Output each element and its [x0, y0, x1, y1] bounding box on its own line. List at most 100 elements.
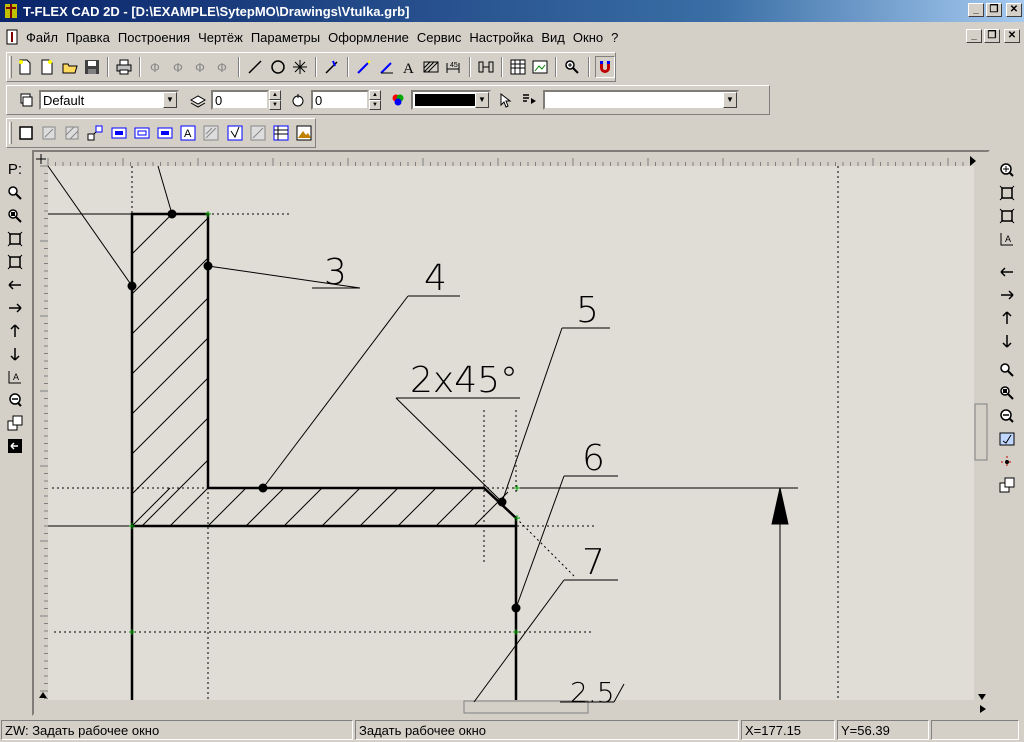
- chevron-down-icon[interactable]: ▼: [475, 92, 489, 108]
- menu-file[interactable]: Файл: [22, 30, 62, 45]
- pan-down-icon[interactable]: [4, 342, 26, 365]
- menu-help[interactable]: ?: [607, 30, 622, 45]
- menu-construct[interactable]: Построения: [114, 30, 194, 45]
- dimension-icon[interactable]: 45: [443, 56, 463, 78]
- variables-icon[interactable]: [476, 56, 496, 78]
- level-field[interactable]: 0 ▲ ▼: [311, 90, 381, 110]
- color-select[interactable]: ▼: [411, 90, 491, 110]
- layers-icon[interactable]: [15, 89, 37, 111]
- fragment-icon[interactable]: Ф: [146, 56, 166, 78]
- zoom-out-icon[interactable]: [996, 404, 1018, 427]
- restore-button[interactable]: ❐: [986, 3, 1002, 17]
- vertical-scroll-thumb[interactable]: [974, 403, 988, 461]
- zoom-page-icon[interactable]: [4, 250, 26, 273]
- sketch-icon[interactable]: [354, 56, 374, 78]
- print-icon[interactable]: [114, 56, 134, 78]
- hatch-icon[interactable]: [421, 56, 441, 78]
- style-select[interactable]: Default ▼: [39, 90, 179, 110]
- copy-view-icon[interactable]: [996, 473, 1018, 496]
- edit-table-icon[interactable]: [271, 122, 292, 144]
- menu-view[interactable]: Вид: [537, 30, 569, 45]
- save-icon[interactable]: [82, 56, 102, 78]
- text-size-icon[interactable]: A: [4, 365, 26, 388]
- menu-drawing[interactable]: Чертёж: [194, 30, 247, 45]
- menu-window[interactable]: Окно: [569, 30, 607, 45]
- doc-restore-button[interactable]: ❐: [984, 29, 1000, 43]
- edit-hatch-icon[interactable]: [61, 122, 82, 144]
- drawing-canvas[interactable]: 3 4 5 6 7 2x45° 2.5: [34, 152, 988, 714]
- right-toolbar: A: [994, 158, 1020, 496]
- window-icon[interactable]: [15, 122, 36, 144]
- edit-block-icon[interactable]: [154, 122, 175, 144]
- zoom-icon[interactable]: [996, 358, 1018, 381]
- text-icon[interactable]: A: [399, 56, 419, 78]
- node-icon[interactable]: [290, 56, 310, 78]
- extra-select[interactable]: ▼: [543, 90, 739, 110]
- menu-design[interactable]: Оформление: [324, 30, 413, 45]
- pan-up-icon[interactable]: [996, 306, 1018, 329]
- spin-up-icon[interactable]: ▲: [269, 90, 281, 100]
- new-from-template-icon[interactable]: [37, 56, 57, 78]
- pan-left-icon[interactable]: [4, 273, 26, 296]
- menu-edit[interactable]: Правка: [62, 30, 114, 45]
- zoom-window-icon[interactable]: [996, 381, 1018, 404]
- minimize-button[interactable]: _: [968, 3, 984, 17]
- spin-up-icon[interactable]: ▲: [369, 90, 381, 100]
- select-window-icon[interactable]: [996, 427, 1018, 450]
- edit-view-icon[interactable]: [131, 122, 152, 144]
- snap-icon[interactable]: [322, 56, 342, 78]
- magnet-icon[interactable]: [594, 56, 615, 78]
- chevron-down-icon[interactable]: ▼: [163, 92, 177, 108]
- graphic-line-icon[interactable]: [377, 56, 397, 78]
- edit-dims-icon[interactable]: [201, 122, 222, 144]
- pan-left-icon[interactable]: [996, 260, 1018, 283]
- menu-settings[interactable]: Настройка: [465, 30, 537, 45]
- zoom-page-icon[interactable]: [996, 204, 1018, 227]
- zoom-out-icon[interactable]: [4, 388, 26, 411]
- open-icon[interactable]: [60, 56, 80, 78]
- zoom-in-icon[interactable]: [996, 158, 1018, 181]
- doc-minimize-button[interactable]: _: [966, 29, 982, 43]
- pan-right-icon[interactable]: [4, 296, 26, 319]
- table-icon[interactable]: [508, 56, 528, 78]
- text-size-icon[interactable]: A: [996, 227, 1018, 250]
- edit-rough-icon[interactable]: [224, 122, 245, 144]
- drawing-window[interactable]: 3 4 5 6 7 2x45° 2.5: [32, 150, 990, 716]
- select-cursor-icon[interactable]: [493, 89, 515, 111]
- image-icon[interactable]: [530, 56, 550, 78]
- svg-text:Ф: Ф: [195, 60, 205, 75]
- spin-down-icon[interactable]: ▼: [269, 100, 281, 110]
- edit-image-icon[interactable]: [294, 122, 315, 144]
- line-icon[interactable]: [245, 56, 265, 78]
- doc-close-button[interactable]: ✕: [1004, 29, 1020, 43]
- document-icon[interactable]: [4, 29, 20, 45]
- snap-settings-icon[interactable]: [996, 450, 1018, 473]
- fragment-library-icon[interactable]: Ф: [213, 56, 233, 78]
- zoom-extents-icon[interactable]: [4, 227, 26, 250]
- zoom-icon[interactable]: [562, 56, 582, 78]
- new-file-icon[interactable]: [15, 56, 35, 78]
- edit-elements-icon[interactable]: [38, 122, 59, 144]
- edit-text-icon[interactable]: A: [178, 122, 199, 144]
- close-button[interactable]: ✕: [1006, 3, 1022, 17]
- pan-up-icon[interactable]: [4, 319, 26, 342]
- menu-service[interactable]: Сервис: [413, 30, 466, 45]
- copy-view-icon[interactable]: [4, 411, 26, 434]
- edit-tolerance-icon[interactable]: [247, 122, 268, 144]
- chevron-down-icon[interactable]: ▼: [723, 92, 737, 108]
- menu-parameters[interactable]: Параметры: [247, 30, 324, 45]
- fragment-edit-icon[interactable]: Ф: [191, 56, 211, 78]
- pan-down-icon[interactable]: [996, 329, 1018, 352]
- spin-down-icon[interactable]: ▼: [369, 100, 381, 110]
- edit-structure-icon[interactable]: [85, 122, 106, 144]
- fragment-insert-icon[interactable]: Ф: [169, 56, 189, 78]
- pan-right-icon[interactable]: [996, 283, 1018, 306]
- layer-field[interactable]: 0 ▲ ▼: [211, 90, 281, 110]
- leader-label-7: 7: [582, 542, 605, 583]
- circle-icon[interactable]: [268, 56, 288, 78]
- zoom-extents-icon[interactable]: [996, 181, 1018, 204]
- edit-fragment-icon[interactable]: [108, 122, 129, 144]
- zoom-icon[interactable]: [4, 181, 26, 204]
- zoom-window-icon[interactable]: [4, 204, 26, 227]
- exit-icon[interactable]: [4, 434, 26, 457]
